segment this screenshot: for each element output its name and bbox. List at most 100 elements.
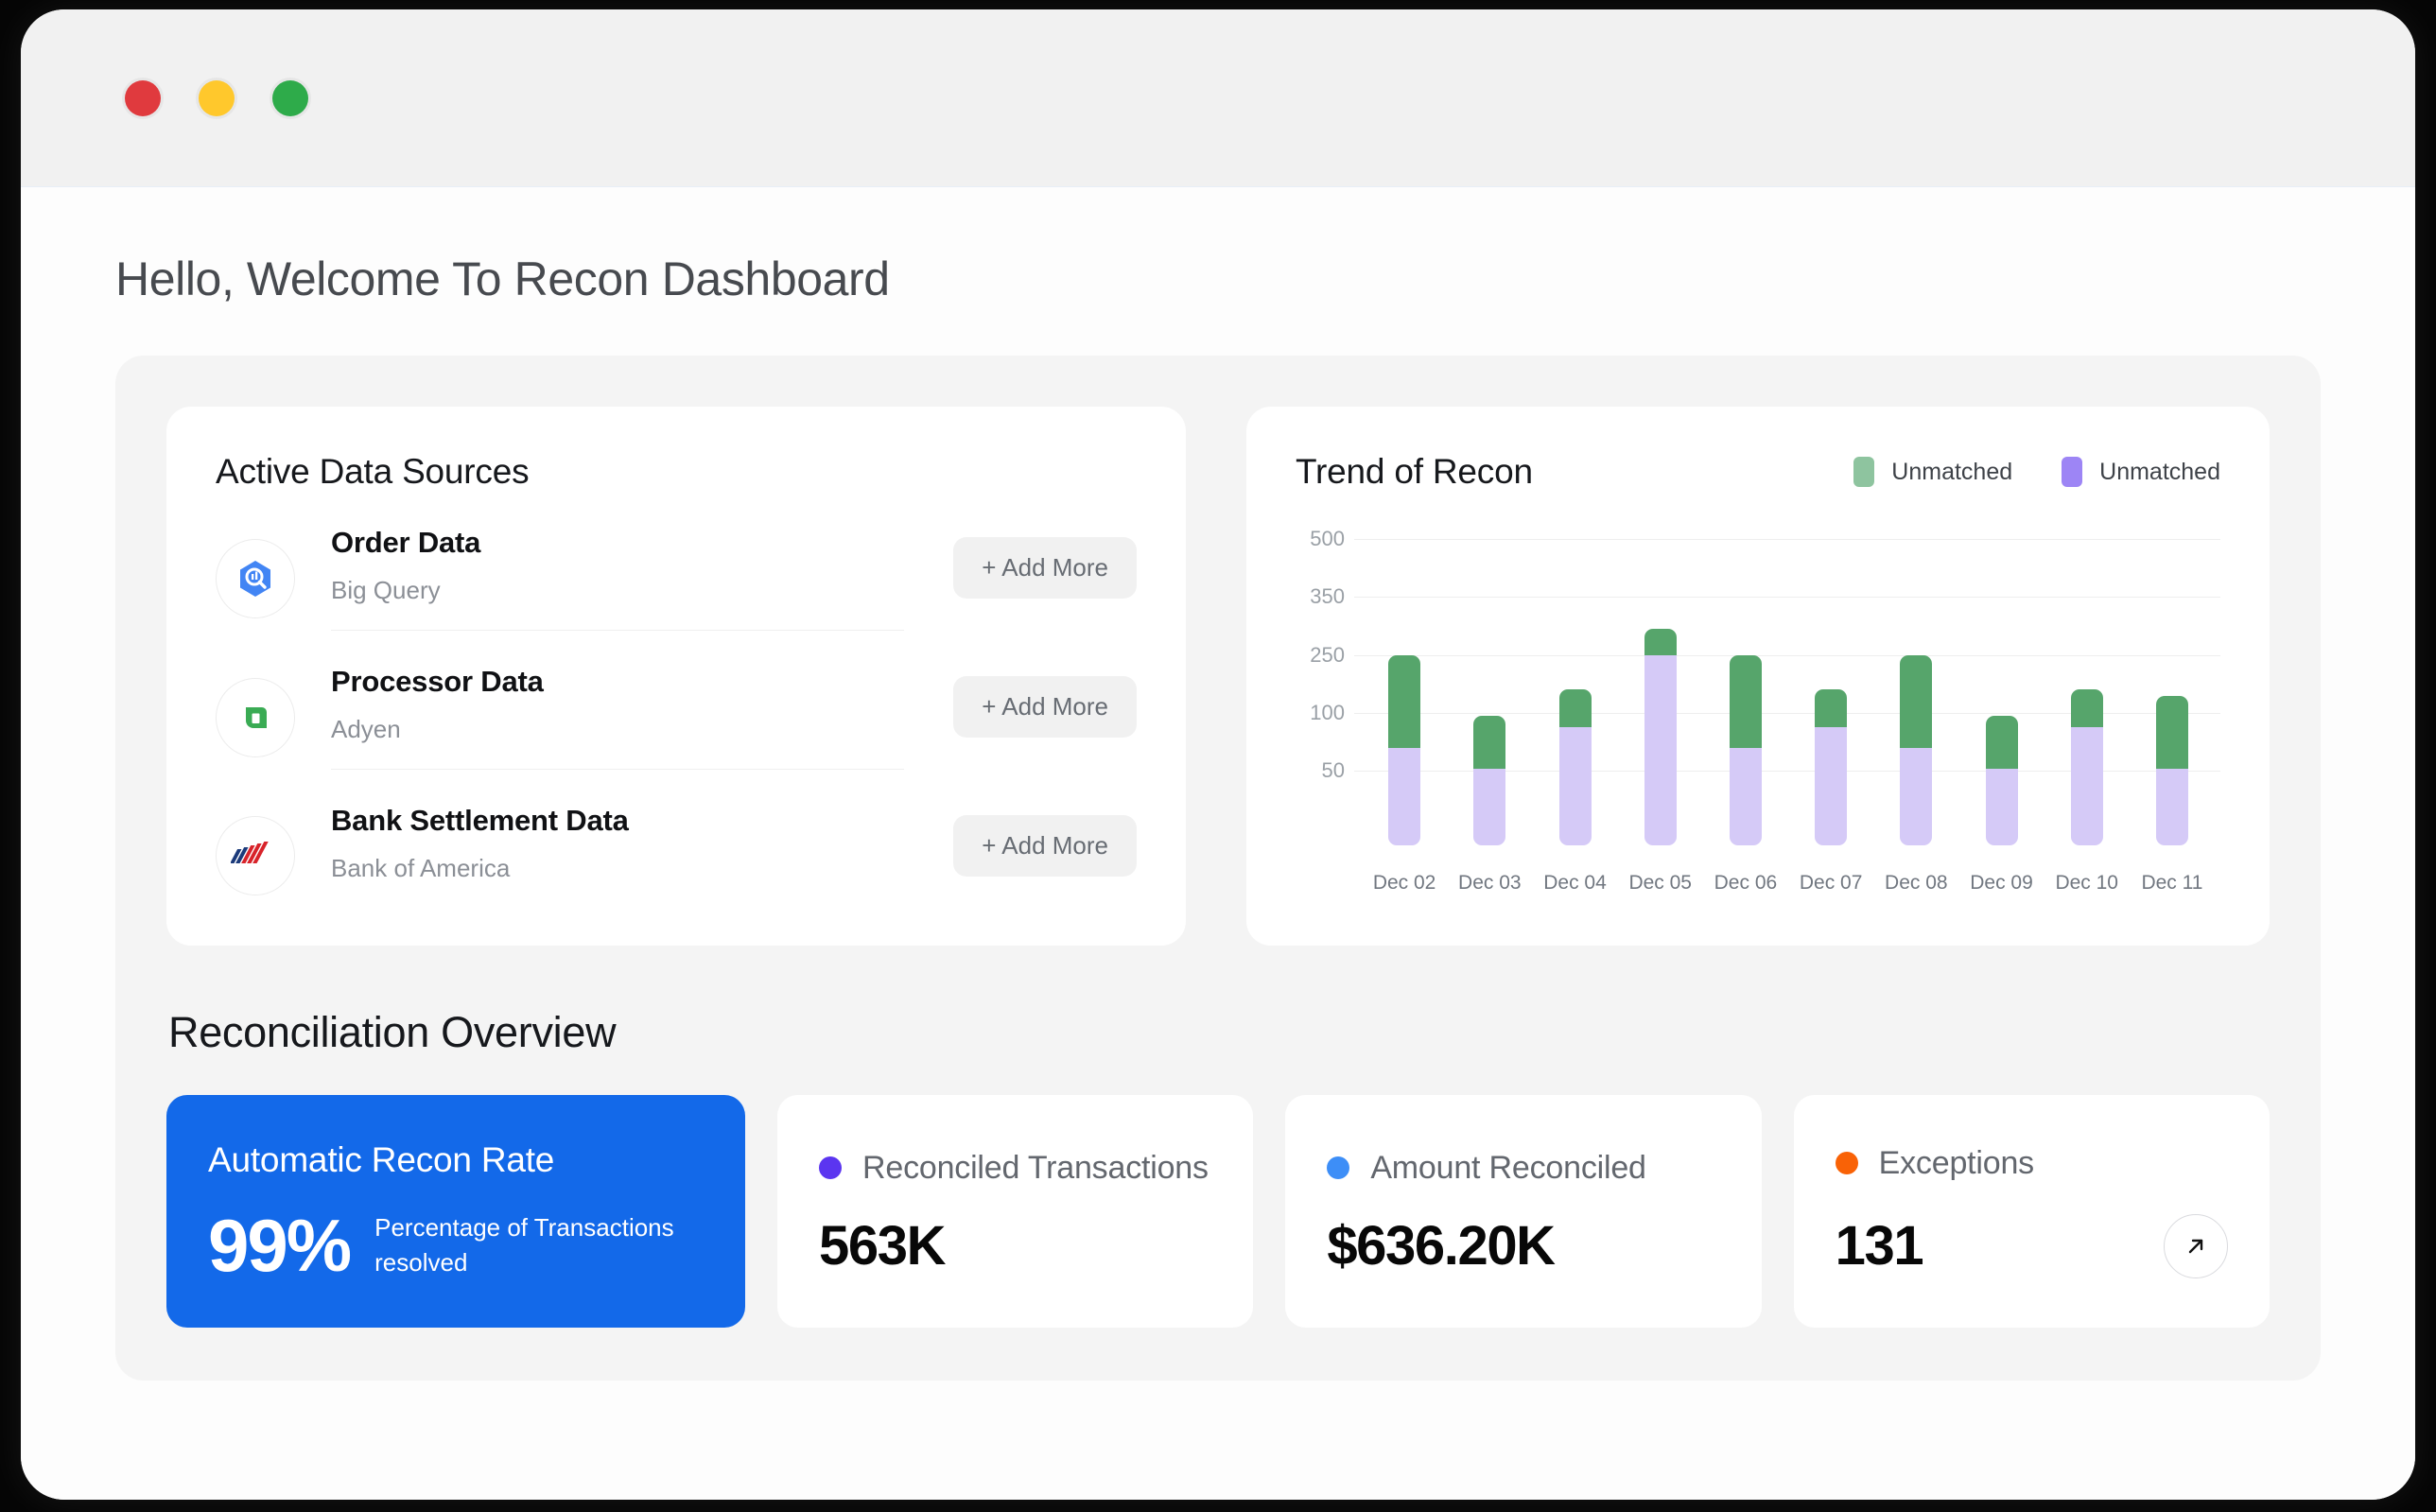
chart-bar-column[interactable] xyxy=(1703,535,1788,857)
chart-bar-column[interactable] xyxy=(2044,535,2130,857)
browser-window: Hello, Welcome To Recon Dashboard Active… xyxy=(21,9,2415,1500)
metric-label: Reconciled Transactions xyxy=(862,1149,1209,1186)
data-source-subtitle: Bank of America xyxy=(331,854,511,882)
amount-reconciled-card[interactable]: Amount Reconciled $636.20K xyxy=(1285,1095,1762,1328)
data-source-text: Order Data Big Query xyxy=(331,526,905,631)
data-source-row-order-data: Order Data Big Query + Add More xyxy=(216,492,1137,631)
metric-body: 131 xyxy=(1835,1213,2228,1278)
data-source-subtitle: Adyen xyxy=(331,715,401,743)
minimize-window-icon[interactable] xyxy=(199,79,235,116)
add-more-button[interactable]: + Add More xyxy=(953,814,1137,877)
top-row: Active Data Sources Order Data Big Query… xyxy=(166,407,2270,946)
chart-bar-segment-purple xyxy=(1388,747,1421,845)
chart-bar[interactable] xyxy=(1473,716,1506,845)
chart-bar-column[interactable] xyxy=(1362,535,1447,857)
chart-bar-segment-green xyxy=(1388,654,1421,748)
legend-swatch-icon xyxy=(1853,457,1875,487)
page-title: Hello, Welcome To Recon Dashboard xyxy=(115,252,890,305)
chart-bar-column[interactable] xyxy=(1788,535,1873,857)
chart-bar[interactable] xyxy=(1388,654,1421,845)
chart-bar-column[interactable] xyxy=(1873,535,1958,857)
zoom-window-icon[interactable] xyxy=(272,79,308,116)
adyen-icon xyxy=(216,677,295,757)
reconciliation-overview-title: Reconciliation Overview xyxy=(168,1008,617,1056)
chart-y-tick-label: 250 xyxy=(1310,642,1345,667)
chart-bar-column[interactable] xyxy=(2130,535,2215,857)
chart-bar[interactable] xyxy=(1985,716,2018,845)
close-window-icon[interactable] xyxy=(125,79,161,116)
chart-bar[interactable] xyxy=(1644,628,1677,845)
data-source-name: Processor Data xyxy=(331,665,544,698)
chart-bar[interactable] xyxy=(1558,689,1592,845)
metric-body: $636.20K xyxy=(1327,1218,1719,1274)
status-dot-icon xyxy=(1327,1156,1350,1179)
chart-bar-segment-purple xyxy=(1815,726,1848,845)
chart-bar-segment-green xyxy=(2155,696,2188,769)
chart-bar-segment-purple xyxy=(1473,768,1506,845)
data-source-row-processor-data: Processor Data Adyen + Add More xyxy=(216,631,1137,770)
chart-bar-segment-green xyxy=(1558,689,1592,727)
chart-bar-column[interactable] xyxy=(1618,535,1703,857)
chart-bar-segment-green xyxy=(1985,716,2018,769)
metric-body: 563K xyxy=(819,1218,1211,1274)
status-dot-icon xyxy=(1835,1152,1858,1174)
legend-item-unmatched-purple[interactable]: Unmatched xyxy=(2062,457,2220,487)
automatic-recon-rate-card[interactable]: Automatic Recon Rate 99% Percentage of T… xyxy=(166,1095,745,1328)
data-source-name: Bank Settlement Data xyxy=(331,804,629,837)
automatic-recon-rate-value: 99% xyxy=(208,1204,352,1287)
reconciled-transactions-card[interactable]: Reconciled Transactions 563K xyxy=(777,1095,1254,1328)
metric-header: Reconciled Transactions xyxy=(819,1150,1211,1187)
chart-x-axis-labels: Dec 02 Dec 03 Dec 04 Dec 05 Dec 06 Dec 07 Dec … xyxy=(1362,872,2215,895)
metric-cards-row: Automatic Recon Rate 99% Percentage of T… xyxy=(166,1095,2270,1328)
chart-y-tick-label: 350 xyxy=(1310,584,1345,609)
automatic-recon-rate-title: Automatic Recon Rate xyxy=(208,1140,555,1179)
chart-x-tick-label: Dec 03 xyxy=(1458,872,1522,894)
chart-y-tick-label: 50 xyxy=(1321,758,1345,783)
chart-y-tick-label: 100 xyxy=(1310,700,1345,724)
data-source-text: Bank Settlement Data Bank of America xyxy=(331,804,904,908)
metric-label: Exceptions xyxy=(1878,1144,2035,1181)
chart-bar-column[interactable] xyxy=(1958,535,2044,857)
active-data-sources-title: Active Data Sources xyxy=(216,452,530,491)
chart-x-tick-label: Dec 07 xyxy=(1799,872,1863,894)
exceptions-details-button[interactable] xyxy=(2163,1213,2228,1278)
chart-bar[interactable] xyxy=(1815,689,1848,845)
dashboard-panel: Active Data Sources Order Data Big Query… xyxy=(115,356,2321,1381)
add-more-button[interactable]: + Add More xyxy=(953,676,1137,738)
chart-bar[interactable] xyxy=(1729,654,1762,845)
chart-bars xyxy=(1362,535,2215,857)
bank-of-america-icon xyxy=(216,816,295,895)
metric-value: 131 xyxy=(1835,1214,1924,1277)
chart-y-tick-label: 500 xyxy=(1310,527,1345,550)
exceptions-card[interactable]: Exceptions 131 xyxy=(1793,1095,2270,1328)
trend-of-recon-card: Trend of Recon Unmatched Unmatched 500 3… xyxy=(1246,407,2270,946)
automatic-recon-rate-description: Percentage of Transactions resolved xyxy=(374,1213,674,1277)
data-source-subtitle: Big Query xyxy=(331,576,441,604)
data-source-row-bank-settlement-data: Bank Settlement Data Bank of America + A… xyxy=(216,770,1137,908)
screen: Hello, Welcome To Recon Dashboard Active… xyxy=(0,0,2436,1512)
legend-item-unmatched-green[interactable]: Unmatched xyxy=(1853,457,2012,487)
chart-bar-segment-purple xyxy=(1900,747,1933,845)
chart-bar-segment-green xyxy=(1644,628,1677,655)
chart-bar-segment-purple xyxy=(1558,726,1592,845)
legend-swatch-icon xyxy=(2062,457,2083,487)
chart-x-tick-label: Dec 06 xyxy=(1714,872,1778,894)
chart-bar[interactable] xyxy=(1900,654,1933,845)
metric-header: Exceptions xyxy=(1835,1144,2228,1182)
page-content: Hello, Welcome To Recon Dashboard Active… xyxy=(21,187,2415,1500)
chart-x-tick-label: Dec 08 xyxy=(1885,872,1948,894)
window-titlebar xyxy=(21,9,2415,187)
chart-x-tick-label: Dec 05 xyxy=(1628,872,1692,894)
add-more-button[interactable]: + Add More xyxy=(953,537,1137,599)
chart-x-tick-label: Dec 10 xyxy=(2055,872,2118,894)
chart-bar-column[interactable] xyxy=(1447,535,1532,857)
chart-bar-column[interactable] xyxy=(1532,535,1617,857)
chart-bar-segment-green xyxy=(1815,689,1848,727)
chart-title: Trend of Recon xyxy=(1296,452,1533,491)
data-source-name: Order Data xyxy=(331,526,481,559)
chart-bar[interactable] xyxy=(2070,689,2103,845)
chart-bar[interactable] xyxy=(2155,696,2188,845)
chart-x-tick-label: Dec 02 xyxy=(1372,872,1436,894)
legend-label: Unmatched xyxy=(1891,458,2013,485)
chart-bar-segment-purple xyxy=(1729,747,1762,845)
